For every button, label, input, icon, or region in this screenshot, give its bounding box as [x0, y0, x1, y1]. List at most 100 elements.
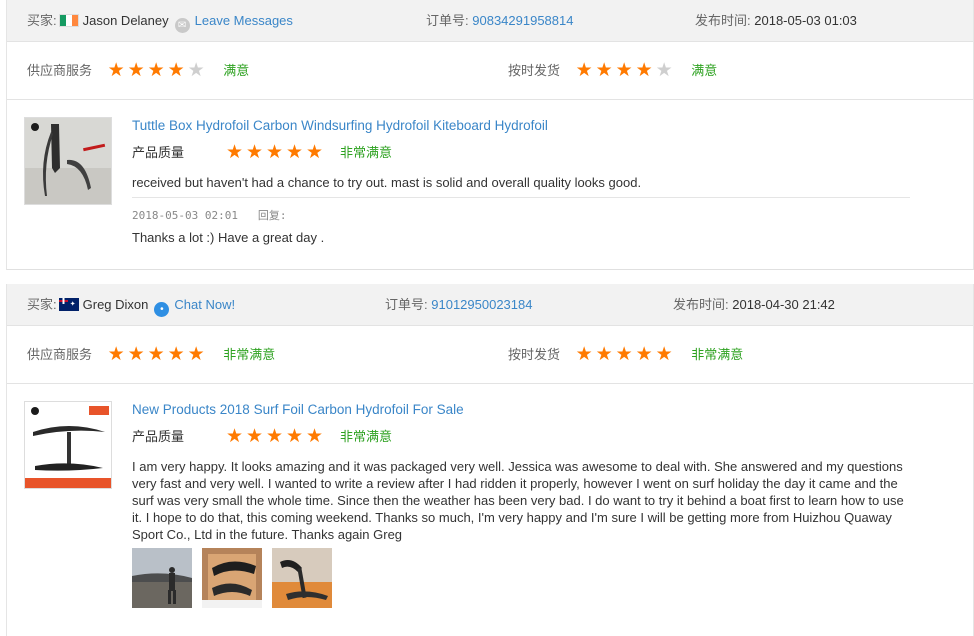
chat-now-link[interactable]: Chat Now!	[174, 297, 235, 312]
star-icon: ★	[635, 343, 653, 365]
star-icon: ★	[306, 142, 324, 164]
star-rating: ★ ★ ★ ★ ★	[226, 427, 326, 448]
review-photo[interactable]	[132, 548, 192, 608]
beach-photo	[132, 548, 192, 608]
rating-text: 非常满意	[340, 145, 393, 160]
star-icon: ★	[127, 343, 145, 365]
review-comment: received but haven't had a chance to try…	[132, 175, 642, 190]
supplier-service-label: 供应商服务	[27, 347, 93, 362]
star-icon: ★	[246, 142, 264, 164]
product-quality-label: 产品质量	[132, 145, 185, 160]
review-comment: I am very happy. It looks amazing and it…	[132, 459, 904, 542]
reply-meta: 2018-05-03 02:01 回复:	[132, 207, 286, 223]
hydrofoil-mast-image	[25, 118, 111, 204]
date-label: 发布时间:	[673, 297, 729, 312]
message-icon[interactable]: ✉	[174, 18, 190, 33]
star-icon: ★	[286, 142, 304, 164]
product-quality-rating: 产品质量 ★ ★ ★ ★ ★ 非常满意	[132, 143, 392, 163]
post-date: 2018-04-30 21:42	[732, 297, 835, 312]
star-rating: ★ ★ ★ ★ ★	[226, 143, 326, 164]
rating-text: 非常满意	[223, 347, 276, 362]
order-number-link[interactable]: 90834291958814	[472, 13, 573, 28]
star-icon: ★	[575, 343, 593, 365]
star-icon: ★	[635, 59, 653, 81]
foil-box-photo	[202, 548, 262, 608]
star-icon: ★	[306, 426, 324, 448]
order-number-link[interactable]: 91012950023184	[431, 297, 532, 312]
divider	[132, 197, 910, 198]
australia-flag-icon	[58, 298, 79, 311]
star-icon: ★	[595, 343, 613, 365]
reply-time: 2018-05-03 02:01	[132, 209, 238, 222]
shipping-label: 按时发货	[508, 63, 561, 78]
star-icon: ★	[127, 59, 145, 81]
rating-text: 非常满意	[691, 347, 744, 362]
post-date: 2018-05-03 01:03	[754, 13, 857, 28]
supplier-service-rating: 供应商服务 ★ ★ ★ ★ ★ 非常满意	[27, 326, 275, 384]
product-quality-label: 产品质量	[132, 429, 185, 444]
star-icon: ★	[246, 426, 264, 448]
star-icon: ★	[595, 59, 613, 81]
ireland-flag-icon	[58, 14, 79, 27]
post-date-info: 发布时间: 2018-05-03 01:03	[695, 0, 857, 42]
rating-text: 满意	[691, 63, 718, 78]
star-icon: ★	[575, 59, 593, 81]
star-rating: ★ ★ ★ ★ ★	[108, 327, 208, 385]
order-label: 订单号:	[385, 297, 428, 312]
shipping-rating: 按时发货 ★ ★ ★ ★ ★ 非常满意	[508, 326, 743, 384]
buyer-info: 买家: Greg Dixon • Chat Now!	[27, 284, 235, 326]
review-header: 买家: Greg Dixon • Chat Now! 订单号: 91012950023…	[7, 284, 973, 326]
star-icon: ★	[266, 142, 284, 164]
product-thumbnail[interactable]	[24, 401, 112, 489]
star-icon: ★	[147, 59, 165, 81]
supplier-service-rating: 供应商服务 ★ ★ ★ ★ ★ 满意	[27, 42, 249, 100]
star-icon: ★	[615, 343, 633, 365]
seller-ratings: 供应商服务 ★ ★ ★ ★ ★ 满意 按时发货 ★ ★ ★ ★ ★ 满意	[7, 42, 973, 100]
supplier-service-label: 供应商服务	[27, 63, 93, 78]
star-icon: ★	[147, 343, 165, 365]
star-icon: ★	[107, 59, 125, 81]
order-info: 订单号: 90834291958814	[426, 0, 573, 42]
product-title-link[interactable]: Tuttle Box Hydrofoil Carbon Windsurfing …	[132, 118, 548, 133]
star-icon: ★	[167, 343, 185, 365]
order-label: 订单号:	[426, 13, 469, 28]
foil-wing-photo	[272, 548, 332, 608]
reply-label: 回复:	[257, 209, 287, 222]
review-card: 买家: Jason Delaney ✉ Leave Messages 订单号: 908…	[6, 0, 974, 270]
seller-reply: Thanks a lot :) Have a great day .	[132, 230, 325, 245]
rating-text: 满意	[223, 63, 250, 78]
product-title-link[interactable]: New Products 2018 Surf Foil Carbon Hydro…	[132, 402, 464, 417]
rating-text: 非常满意	[340, 429, 393, 444]
shipping-rating: 按时发货 ★ ★ ★ ★ ★ 满意	[508, 42, 717, 100]
review-card: 买家: Greg Dixon • Chat Now! 订单号: 91012950023…	[6, 284, 974, 636]
star-icon: ★	[107, 343, 125, 365]
star-icon: ★	[286, 426, 304, 448]
date-label: 发布时间:	[695, 13, 751, 28]
star-rating: ★ ★ ★ ★ ★	[576, 43, 676, 101]
star-icon: ★	[187, 59, 205, 81]
star-icon: ★	[226, 426, 244, 448]
star-icon: ★	[655, 343, 673, 365]
buyer-info: 买家: Jason Delaney ✉ Leave Messages	[27, 0, 293, 42]
star-icon: ★	[615, 59, 633, 81]
star-icon: ★	[187, 343, 205, 365]
shipping-label: 按时发货	[508, 347, 561, 362]
buyer-name: Jason Delaney	[82, 13, 169, 28]
surf-foil-image	[25, 402, 111, 488]
buyer-name: Greg Dixon	[82, 297, 149, 312]
product-thumbnail[interactable]	[24, 117, 112, 205]
review-photo[interactable]	[272, 548, 332, 608]
buyer-label: 买家:	[27, 13, 57, 28]
star-icon: ★	[167, 59, 185, 81]
review-photo[interactable]	[202, 548, 262, 608]
star-rating: ★ ★ ★ ★ ★	[108, 43, 208, 101]
leave-messages-link[interactable]: Leave Messages	[195, 13, 293, 28]
star-icon: ★	[266, 426, 284, 448]
post-date-info: 发布时间: 2018-04-30 21:42	[673, 284, 835, 326]
product-review: New Products 2018 Surf Foil Carbon Hydro…	[7, 384, 973, 636]
chat-icon[interactable]: •	[154, 302, 170, 317]
product-review: Tuttle Box Hydrofoil Carbon Windsurfing …	[7, 100, 973, 270]
product-quality-rating: 产品质量 ★ ★ ★ ★ ★ 非常满意	[132, 427, 392, 447]
seller-ratings: 供应商服务 ★ ★ ★ ★ ★ 非常满意 按时发货 ★ ★ ★ ★ ★ 非常满意	[7, 326, 973, 384]
star-icon: ★	[226, 142, 244, 164]
